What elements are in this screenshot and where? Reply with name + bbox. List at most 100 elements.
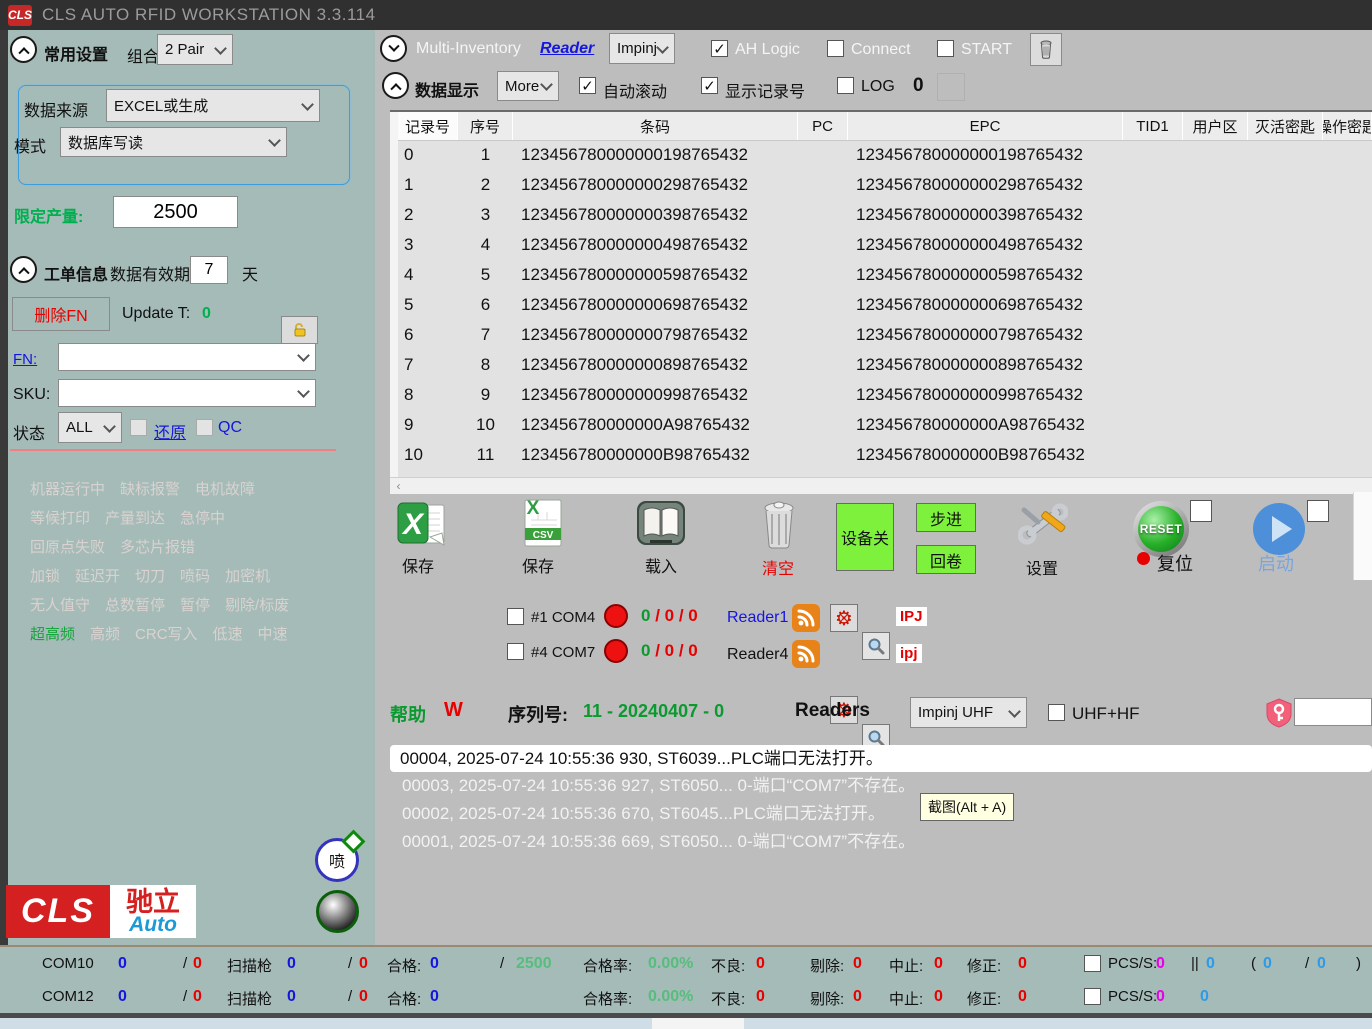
table-row[interactable]: 8912345678000000099876543212345678000000… xyxy=(398,380,1372,410)
help-link[interactable]: 帮助 xyxy=(390,701,426,727)
reset-button[interactable]: RESET xyxy=(1133,501,1189,557)
scroll-left-arrow-icon[interactable]: ‹ xyxy=(390,478,407,494)
clear-button[interactable] xyxy=(758,500,800,550)
pcs-checkbox[interactable] xyxy=(1084,955,1101,972)
reader-uhf-select[interactable]: Impinj UHF xyxy=(910,697,1027,728)
status-token: 修正: xyxy=(967,988,1001,1009)
device-toggle-button[interactable]: 设备关 xyxy=(836,503,894,571)
column-header[interactable]: 操作密匙 xyxy=(1323,112,1372,140)
column-header[interactable]: PC xyxy=(798,112,848,140)
start-run-checkbox[interactable] xyxy=(1307,500,1329,522)
table-row[interactable]: 5612345678000000069876543212345678000000… xyxy=(398,290,1372,320)
reader4-checkbox[interactable] xyxy=(507,643,524,660)
mode-select[interactable]: 数据库写读 xyxy=(60,127,287,157)
column-header[interactable]: 用户区 xyxy=(1183,112,1248,140)
taskbar-segment xyxy=(652,1018,744,1029)
show-record-checkbox[interactable] xyxy=(701,77,718,94)
validity-input[interactable] xyxy=(190,256,228,284)
reader1-config-button[interactable]: ⚙✕ xyxy=(830,604,858,632)
restore-checkbox[interactable] xyxy=(130,419,147,436)
data-table[interactable]: 记录号序号条码PCEPCTID1用户区灭活密匙操作密匙 011234567800… xyxy=(390,110,1372,479)
log-list[interactable]: 00004, 2025-07-24 10:55:36 930, ST6039..… xyxy=(390,745,1372,935)
rewind-button[interactable]: 回卷 xyxy=(916,545,976,574)
step-button[interactable]: 步进 xyxy=(916,503,976,532)
log-checkbox[interactable] xyxy=(837,77,854,94)
sku-select[interactable] xyxy=(58,379,316,407)
status-token: 扫描枪 xyxy=(227,955,272,976)
qc-checkbox[interactable] xyxy=(196,419,213,436)
reader1-name-link[interactable]: Reader1 xyxy=(727,609,788,627)
status-select[interactable]: ALL xyxy=(58,412,122,443)
status-token: 0.00% xyxy=(648,988,693,1006)
column-header[interactable]: 条码 xyxy=(513,112,798,140)
connect-checkbox[interactable] xyxy=(827,40,844,57)
ah-logic-checkbox[interactable] xyxy=(711,40,728,57)
settings-button[interactable] xyxy=(1018,502,1068,548)
right-scroll-strip[interactable] xyxy=(1353,492,1372,580)
collapse-data-display-button[interactable] xyxy=(382,72,409,99)
table-row[interactable]: 3412345678000000049876543212345678000000… xyxy=(398,230,1372,260)
table-row[interactable]: 6712345678000000079876543212345678000000… xyxy=(398,320,1372,350)
fn-link[interactable]: FN: xyxy=(13,351,37,368)
data-source-select[interactable]: EXCEL或生成 xyxy=(106,89,320,122)
table-cell: 3 xyxy=(398,235,458,255)
table-cell: 123456780000000198765432 xyxy=(513,145,798,165)
table-cell: 123456780000000598765432 xyxy=(513,265,798,285)
column-header[interactable]: TID1 xyxy=(1123,112,1183,140)
load-button[interactable] xyxy=(636,500,686,548)
reader1-rss-button[interactable] xyxy=(792,604,820,632)
collapse-workorder-button[interactable] xyxy=(10,256,37,283)
table-row[interactable]: 1011123456780000000B98765432123456780000… xyxy=(398,440,1372,470)
reader1-checkbox[interactable] xyxy=(507,608,524,625)
table-row[interactable]: 7812345678000000089876543212345678000000… xyxy=(398,350,1372,380)
lock-button[interactable] xyxy=(281,316,318,344)
column-header[interactable]: EPC xyxy=(848,112,1123,140)
reader-type-select[interactable]: Impinj xyxy=(609,33,675,64)
fn-select[interactable] xyxy=(58,343,316,371)
table-cell: 123456780000000798765432 xyxy=(513,325,798,345)
delete-fn-button[interactable]: 删除FN xyxy=(12,297,110,331)
log-line[interactable]: 00003, 2025-07-24 10:55:36 927, ST6050..… xyxy=(390,772,1372,800)
log-line[interactable]: 00002, 2025-07-24 10:55:36 670, ST6045..… xyxy=(390,800,1372,828)
table-row[interactable]: 910123456780000000A987654321234567800000… xyxy=(398,410,1372,440)
left-edge-strip xyxy=(0,30,8,1013)
log-count: 0 xyxy=(913,75,924,97)
machine-status-word: 超高频 xyxy=(30,623,75,644)
pcs-checkbox[interactable] xyxy=(1084,988,1101,1005)
trash-button[interactable] xyxy=(1030,33,1062,66)
uhf-hf-checkbox[interactable] xyxy=(1048,704,1065,721)
table-row[interactable]: 1212345678000000029876543212345678000000… xyxy=(398,170,1372,200)
log-line[interactable]: 00004, 2025-07-24 10:55:36 930, ST6039..… xyxy=(390,745,1372,772)
machine-status-word: 缺标报警 xyxy=(120,478,180,499)
column-header[interactable]: 序号 xyxy=(458,112,513,140)
table-row[interactable]: 2312345678000000039876543212345678000000… xyxy=(398,200,1372,230)
status-token: / xyxy=(348,955,352,972)
column-header[interactable]: 灭活密匙 xyxy=(1248,112,1323,140)
save-csv-button[interactable]: X CSV xyxy=(517,498,567,550)
limit-input[interactable] xyxy=(113,196,238,228)
more-select[interactable]: More xyxy=(497,71,559,101)
table-row[interactable]: 4512345678000000059876543212345678000000… xyxy=(398,260,1372,290)
collapse-common-settings-button[interactable] xyxy=(10,36,37,63)
reset-checkbox[interactable] xyxy=(1190,500,1212,522)
key-badge[interactable] xyxy=(1266,698,1292,733)
start-run-button[interactable] xyxy=(1253,503,1305,555)
save-excel-button[interactable]: X xyxy=(395,500,449,550)
reader4-name-label[interactable]: Reader4 xyxy=(727,646,788,664)
column-header[interactable]: 记录号 xyxy=(398,112,458,140)
mode-value: 数据库写读 xyxy=(68,132,143,153)
svg-text:CSV: CSV xyxy=(533,530,554,541)
log-line[interactable]: 00001, 2025-07-24 10:55:36 669, ST6050..… xyxy=(390,828,1372,856)
table-row[interactable]: 0112345678000000019876543212345678000000… xyxy=(398,140,1372,170)
table-hscrollbar[interactable]: ‹ xyxy=(390,477,1372,494)
indicator-sphere-button[interactable] xyxy=(316,890,359,933)
reader1-search-button[interactable] xyxy=(862,632,890,660)
reader-link[interactable]: Reader xyxy=(540,40,594,58)
combo-select[interactable]: 2 Pair xyxy=(157,34,233,65)
status-value: ALL xyxy=(66,419,93,436)
start-checkbox[interactable] xyxy=(937,40,954,57)
autoscroll-checkbox[interactable] xyxy=(579,77,596,94)
serial-input[interactable] xyxy=(1294,698,1372,726)
collapse-multi-inventory-button[interactable] xyxy=(380,35,407,62)
reader4-rss-button[interactable] xyxy=(792,640,820,668)
